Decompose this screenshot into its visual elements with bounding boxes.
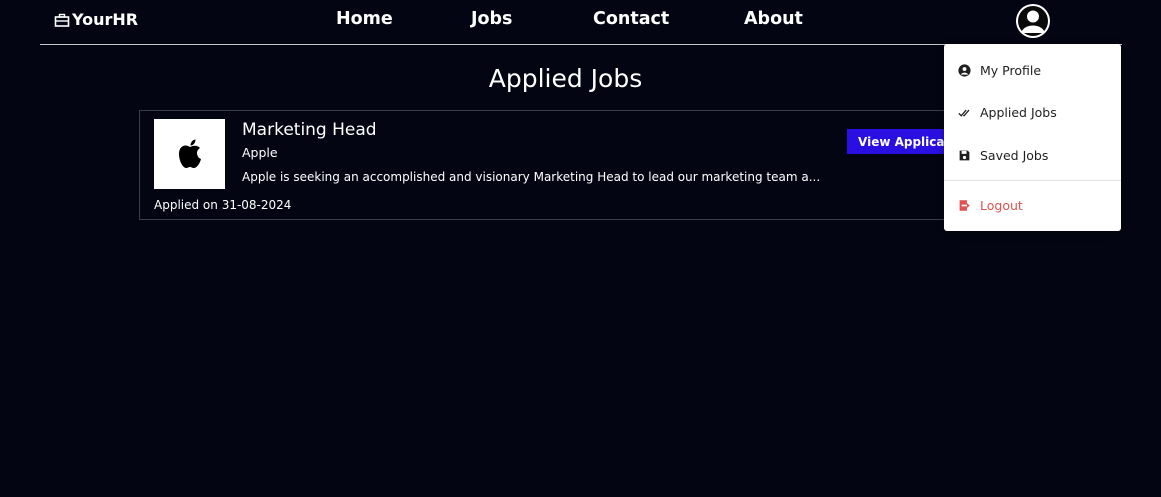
menu-item-my-profile[interactable]: My Profile (958, 63, 1041, 78)
menu-item-logout[interactable]: Logout (958, 198, 1023, 213)
menu-item-saved-jobs[interactable]: Saved Jobs (958, 148, 1048, 163)
briefcase-icon (54, 13, 70, 27)
nav-home[interactable]: Home (336, 9, 393, 29)
company-logo (154, 119, 225, 189)
brand-name: YourHR (72, 10, 139, 29)
user-dropdown-menu: My Profile Applied Jobs Saved Jobs Logou… (944, 44, 1121, 231)
menu-item-label: My Profile (980, 63, 1042, 78)
menu-divider (944, 180, 1121, 181)
double-check-icon (958, 109, 970, 117)
menu-item-label: Applied Jobs (980, 105, 1057, 120)
nav-contact[interactable]: Contact (593, 9, 669, 29)
apple-logo-icon (178, 139, 201, 168)
nav-jobs[interactable]: Jobs (471, 9, 512, 29)
nav-about[interactable]: About (744, 9, 803, 29)
menu-item-applied-jobs[interactable]: Applied Jobs (958, 105, 1057, 120)
menu-item-label: Saved Jobs (980, 148, 1049, 163)
applied-date: Applied on 31-08-2024 (154, 198, 292, 212)
save-icon (959, 150, 970, 161)
company-name: Apple (242, 145, 278, 160)
user-avatar-button[interactable] (1016, 4, 1050, 38)
job-title[interactable]: Marketing Head (242, 120, 377, 140)
job-card: Marketing Head Apple Apple is seeking an… (139, 110, 974, 220)
job-description: Apple is seeking an accomplished and vis… (242, 170, 821, 184)
top-navbar: YourHR Home Jobs Contact About (40, 0, 1122, 45)
user-circle-icon (958, 64, 971, 77)
logout-label: Logout (980, 198, 1023, 213)
logout-icon (959, 200, 970, 211)
brand-logo[interactable]: YourHR (54, 10, 138, 29)
user-avatar-icon (1018, 6, 1048, 36)
